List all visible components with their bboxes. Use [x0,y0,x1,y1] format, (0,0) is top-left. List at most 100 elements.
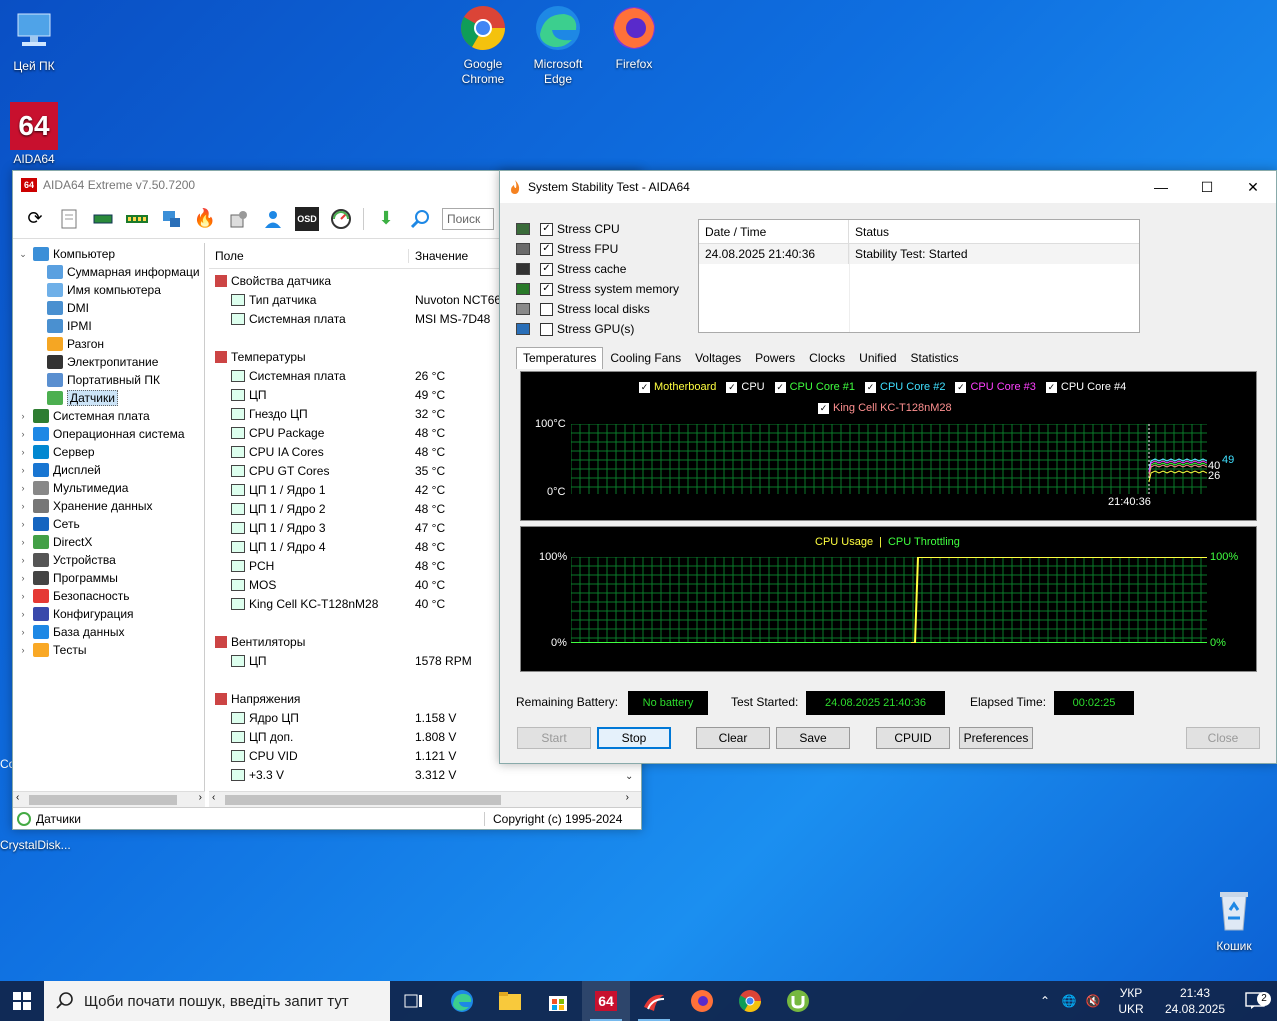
cpuid-button[interactable]: CPUID [876,727,950,749]
column-header-status[interactable]: Status [849,225,889,239]
stress-option[interactable]: ✓ Stress FPU [516,239,679,259]
tree-item[interactable]: › DirectX [13,533,204,551]
legend-item[interactable]: ✓ CPU Core #1 [774,381,855,393]
download-icon[interactable]: ⬇ [374,207,398,231]
network-icon[interactable]: 🌐 [1057,994,1081,1008]
stress-checkbox[interactable]: ✓ [540,222,553,236]
column-header-field[interactable]: Поле [209,248,409,263]
taskbar-aida64[interactable]: 64 [582,981,630,1021]
tree-item[interactable]: › Хранение данных [13,497,204,515]
stop-button[interactable]: Stop [597,727,671,749]
stress-checkbox[interactable]: ✓ [540,282,553,296]
desktop-icon-recycle-bin[interactable]: Кошик [1194,886,1274,954]
chevron-right-icon[interactable]: › [17,501,29,511]
scroll-left-icon[interactable]: ‹ [16,792,19,803]
list-vertical-scroll-down-icon[interactable]: ⌄ [625,771,633,782]
tray-overflow-icon[interactable]: ⌃ [1033,994,1057,1008]
column-header-date[interactable]: Date / Time [699,220,849,243]
refresh-icon[interactable]: ⟳ [23,207,47,231]
scroll-left-icon[interactable]: ‹ [212,792,215,803]
chevron-right-icon[interactable]: › [17,573,29,583]
chevron-right-icon[interactable]: › [17,483,29,493]
chevron-down-icon[interactable]: ⌄ [17,249,29,260]
tab-statistics[interactable]: Statistics [904,347,966,369]
tree-item[interactable]: IPMI [13,317,204,335]
close-icon[interactable]: ✕ [1230,179,1276,196]
taskbar-crystaldisk[interactable] [630,981,678,1021]
taskbar-edge[interactable] [438,981,486,1021]
legend-item[interactable]: ✓ CPU [726,381,765,393]
tree-item[interactable]: › База данных [13,623,204,641]
volume-icon[interactable]: 🔇 [1081,994,1105,1008]
preferences-button[interactable]: Preferences [959,727,1033,749]
tree-item[interactable]: DMI [13,299,204,317]
maximize-icon[interactable]: ☐ [1184,179,1230,196]
task-view-button[interactable] [390,981,438,1021]
tree-item[interactable]: › Сервер [13,443,204,461]
tree-horizontal-scrollbar[interactable]: ‹ › [13,791,205,807]
tree-item[interactable]: › Операционная система [13,425,204,443]
network-icon[interactable] [159,207,183,231]
stability-test-icon[interactable]: 🔥 [193,207,217,231]
scroll-right-icon[interactable]: › [626,792,629,803]
chevron-right-icon[interactable]: › [17,519,29,529]
clear-button[interactable]: Clear [696,727,770,749]
taskbar-search-box[interactable]: Щоби почати пошук, введіть запит тут [44,981,390,1021]
chevron-right-icon[interactable]: › [17,591,29,601]
legend-checkbox[interactable]: ✓ [818,402,829,414]
stress-option[interactable]: ✓ Stress cache [516,259,679,279]
sst-titlebar[interactable]: System Stability Test - AIDA64 — ☐ ✕ [500,171,1276,203]
tree-item[interactable]: › Конфигурация [13,605,204,623]
tab-voltages[interactable]: Voltages [688,347,748,369]
legend-item[interactable]: ✓ King Cell KC-T128nM28 [818,402,952,414]
osd-icon[interactable]: OSD [295,206,319,231]
desktop-icon-firefox[interactable]: Firefox [594,4,674,72]
stress-checkbox[interactable]: ✓ [540,242,553,256]
cpu-icon[interactable] [91,207,115,231]
legend-checkbox[interactable]: ✓ [726,381,738,393]
tree-item[interactable]: Имя компьютера [13,281,204,299]
chevron-right-icon[interactable]: › [17,411,29,421]
tab-powers[interactable]: Powers [748,347,802,369]
tab-cooling-fans[interactable]: Cooling Fans [603,347,688,369]
language-indicator[interactable]: УКР UKR [1111,985,1151,1017]
search-input[interactable]: Поиск [442,207,494,230]
search-icon[interactable] [408,207,432,231]
scroll-right-icon[interactable]: › [199,792,202,803]
tab-temperatures[interactable]: Temperatures [516,347,604,369]
tree-item[interactable]: › Мультимедиа [13,479,204,497]
clock[interactable]: 21:43 24.08.2025 [1157,985,1233,1017]
taskbar-file-explorer[interactable] [486,981,534,1021]
tree-item[interactable]: › Тесты [13,641,204,659]
tree-item[interactable]: Разгон [13,335,204,353]
tree-item[interactable]: Электропитание [13,353,204,371]
user-icon[interactable] [261,207,285,231]
stress-checkbox[interactable] [540,322,553,336]
legend-checkbox[interactable]: ✓ [639,381,650,393]
legend-checkbox[interactable]: ✓ [774,381,786,393]
stress-checkbox[interactable]: ✓ [540,262,553,276]
desktop-icon-chrome[interactable]: Google Chrome [443,4,523,87]
chevron-right-icon[interactable]: › [17,465,29,475]
stress-option[interactable]: ✓ Stress CPU [516,219,679,239]
taskbar-firefox[interactable] [678,981,726,1021]
legend-item[interactable]: ✓ CPU Core #3 [955,381,1036,393]
legend-checkbox[interactable]: ✓ [1045,381,1057,393]
tree-item[interactable]: › Сеть [13,515,204,533]
desktop-icon-this-pc[interactable]: Цей ПК [0,6,74,74]
legend-item[interactable]: ✓ CPU Core #4 [1045,381,1126,393]
legend-checkbox[interactable]: ✓ [955,381,967,393]
taskbar-store[interactable] [534,981,582,1021]
taskbar-chrome[interactable] [726,981,774,1021]
memory-icon[interactable] [125,207,149,231]
legend-checkbox[interactable]: ✓ [865,381,877,393]
chevron-right-icon[interactable]: › [17,537,29,547]
chevron-right-icon[interactable]: › [17,447,29,457]
legend-item[interactable]: ✓ Motherboard [639,381,716,393]
minimize-icon[interactable]: — [1138,179,1184,196]
report-icon[interactable] [57,207,81,231]
notification-center[interactable]: 2 [1233,992,1277,1010]
desktop-icon-crystaldisk[interactable]: CrystalDisk... [0,838,74,853]
log-row[interactable]: 24.08.2025 21:40:36 Stability Test: Star… [699,244,1139,264]
chevron-right-icon[interactable]: › [17,609,29,619]
